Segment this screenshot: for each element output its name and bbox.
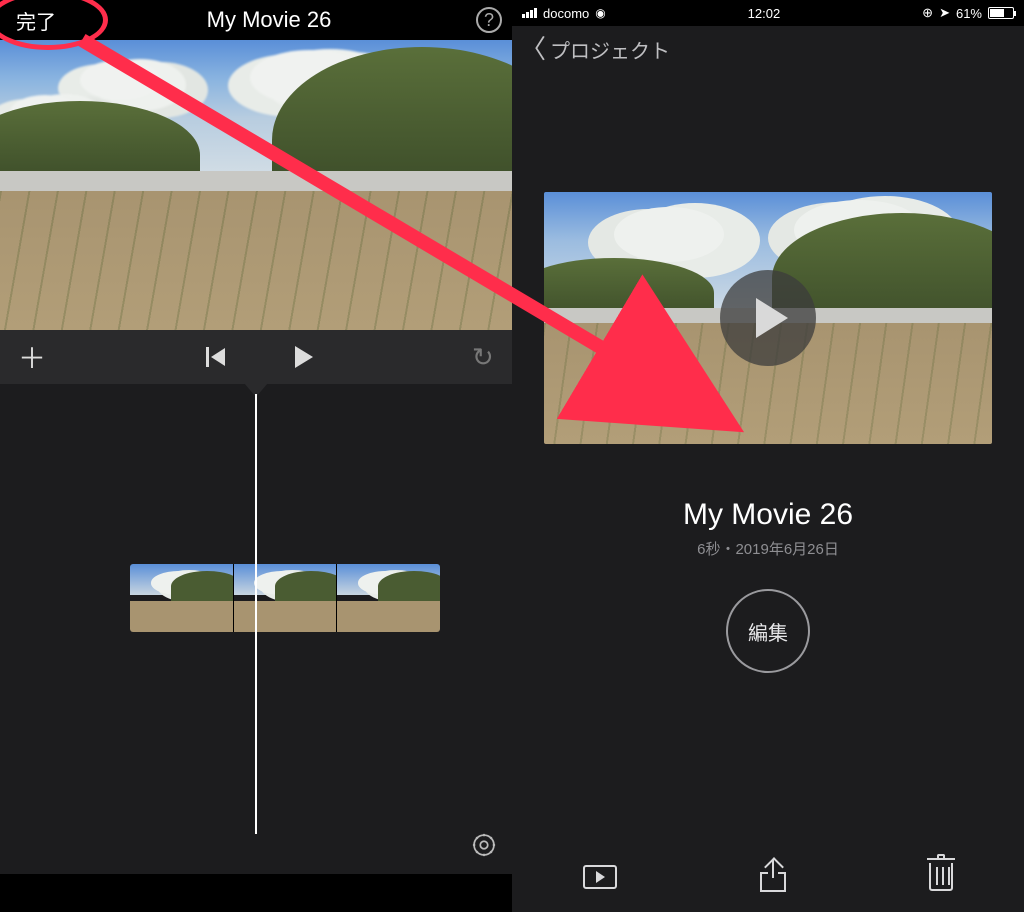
back-chevron-icon[interactable]: 〈: [520, 36, 546, 62]
orientation-lock-icon: ⊕: [922, 5, 933, 21]
play-fullscreen-button[interactable]: [583, 865, 617, 889]
play-icon: [756, 298, 788, 338]
edit-button[interactable]: 編集: [726, 589, 810, 673]
battery-icon: [988, 7, 1014, 19]
delete-button[interactable]: [929, 863, 953, 891]
undo-button[interactable]: ↺: [472, 342, 494, 373]
nav-bar: 〈 プロジェクト: [512, 26, 1024, 72]
help-button[interactable]: ?: [476, 7, 502, 33]
editor-screen: 完了 My Movie 26 ? ＋ ↺: [0, 0, 512, 912]
back-label[interactable]: プロジェクト: [550, 35, 670, 64]
share-button[interactable]: [760, 862, 786, 892]
timeline-clip[interactable]: [130, 564, 440, 632]
project-subtitle: 6秒・2019年6月26日: [512, 538, 1024, 559]
signal-icon: [522, 8, 537, 18]
play-overlay-button[interactable]: [720, 270, 816, 366]
location-icon: ➤: [939, 5, 950, 21]
bottom-toolbar: [512, 842, 1024, 912]
add-media-button[interactable]: ＋: [18, 337, 46, 377]
project-title-editor: My Movie 26: [207, 7, 332, 33]
status-bar: docomo ◉ 12:02 ⊕ ➤ 61%: [512, 0, 1024, 26]
skip-to-start-button[interactable]: [206, 347, 225, 367]
editor-toolbar: ＋ ↺: [0, 330, 512, 384]
project-screen: docomo ◉ 12:02 ⊕ ➤ 61% 〈 プロジェクト My Movie…: [512, 0, 1024, 912]
wifi-icon: ◉: [595, 6, 605, 20]
timeline[interactable]: [0, 384, 512, 874]
settings-button[interactable]: [470, 831, 498, 864]
carrier-label: docomo: [543, 6, 589, 21]
project-thumbnail[interactable]: [544, 192, 992, 444]
editor-header: 完了 My Movie 26 ?: [0, 0, 512, 40]
playhead-line[interactable]: [255, 394, 257, 834]
video-preview[interactable]: [0, 40, 512, 330]
clock: 12:02: [748, 6, 781, 21]
done-button[interactable]: 完了: [10, 4, 62, 37]
battery-percent: 61%: [956, 6, 982, 21]
play-button[interactable]: [295, 346, 313, 368]
project-title: My Movie 26: [512, 498, 1024, 532]
